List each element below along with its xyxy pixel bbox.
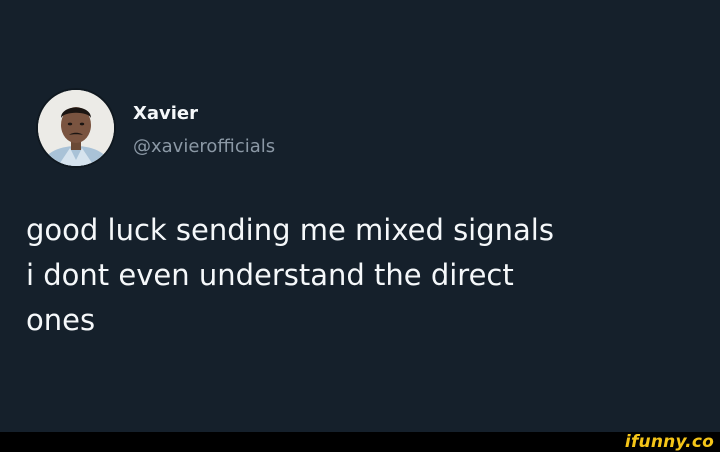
tweet-text-line: ones xyxy=(26,303,96,337)
display-name[interactable]: Xavier xyxy=(133,103,198,124)
tweet-card: Xavier @xavierofficials good luck sendin… xyxy=(0,0,720,432)
tweet-text: good luck sending me mixed signals i don… xyxy=(26,208,706,343)
user-handle[interactable]: @xavierofficials xyxy=(133,136,275,157)
profile-photo-icon xyxy=(38,90,114,166)
avatar[interactable] xyxy=(38,90,114,166)
footer-bar: ifunny.co xyxy=(0,432,720,452)
tweet-text-line: i dont even understand the direct xyxy=(26,258,514,292)
ifunny-watermark: ifunny.co xyxy=(624,432,714,452)
tweet-text-line: good luck sending me mixed signals xyxy=(26,213,554,247)
